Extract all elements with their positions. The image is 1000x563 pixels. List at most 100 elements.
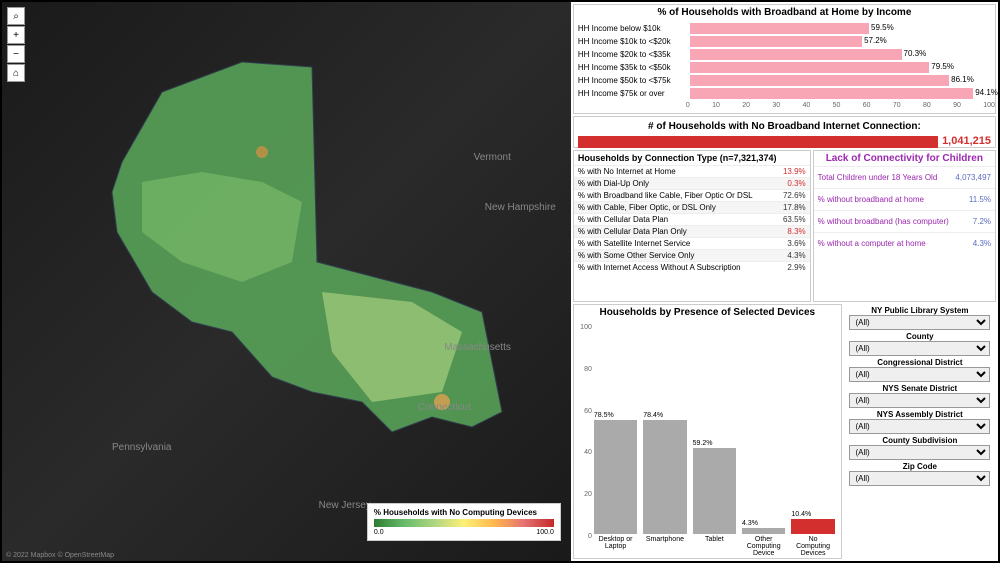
conn-label: % with Cellular Data Plan Only — [578, 227, 687, 236]
map-label-pa: Pennsylvania — [112, 442, 171, 453]
income-bar[interactable] — [690, 75, 949, 86]
filter-select[interactable]: (All) — [849, 367, 990, 382]
zoom-out-button[interactable]: − — [7, 45, 25, 63]
device-bar[interactable] — [594, 420, 637, 534]
connection-title: Households by Connection Type (n=7,321,3… — [574, 151, 810, 165]
map-attribution: © 2022 Mapbox © OpenStreetMap — [6, 552, 114, 559]
conn-label: % with No Internet at Home — [578, 167, 676, 176]
child-label: Total Children under 18 Years Old — [818, 173, 938, 182]
income-bar[interactable] — [690, 49, 902, 60]
device-label: Desktop or Laptop — [594, 536, 637, 556]
filter-select[interactable]: (All) — [849, 445, 990, 460]
income-label: HH Income $20k to <$35k — [578, 50, 688, 59]
right-panel: % of Households with Broadband at Home b… — [571, 2, 998, 561]
device-label: Tablet — [705, 536, 724, 556]
conn-label: % with Internet Access Without A Subscri… — [578, 263, 741, 272]
filter-label: Zip Code — [846, 462, 994, 471]
child-value: 4.3% — [973, 239, 991, 248]
child-label: % without a computer at home — [818, 239, 926, 248]
map-label-ct: Connecticut — [418, 402, 471, 413]
no-broadband-panel: # of Households with No Broadband Intern… — [573, 116, 996, 148]
device-label: Smartphone — [646, 536, 684, 556]
legend-max: 100.0 — [536, 529, 554, 536]
filter-label: NYS Assembly District — [846, 410, 994, 419]
child-value: 11.5% — [969, 195, 991, 204]
device-value: 78.4% — [643, 412, 686, 419]
child-value: 4,073,497 — [955, 173, 991, 182]
choropleth-map[interactable]: ⌕ + − ⌂ Vermont New Hampshire Massachuse… — [2, 2, 571, 561]
conn-label: % with Some Other Service Only — [578, 251, 694, 260]
conn-value: 13.9% — [783, 167, 806, 176]
conn-label: % with Broadband like Cable, Fiber Optic… — [578, 191, 753, 200]
conn-value: 63.5% — [783, 215, 806, 224]
home-icon[interactable]: ⌂ — [7, 64, 25, 82]
device-bar[interactable] — [693, 448, 736, 534]
device-bar[interactable] — [643, 420, 686, 534]
search-icon[interactable]: ⌕ — [7, 7, 25, 25]
filter-label: NY Public Library System — [846, 306, 994, 315]
map-panel: ⌕ + − ⌂ Vermont New Hampshire Massachuse… — [2, 2, 571, 561]
device-bar[interactable] — [791, 519, 834, 534]
devices-title: Households by Presence of Selected Devic… — [574, 305, 841, 320]
child-value: 7.2% — [973, 217, 991, 226]
income-label: HH Income below $10k — [578, 24, 688, 33]
conn-label: % with Cable, Fiber Optic, or DSL Only — [578, 203, 716, 212]
children-panel: Lack of Connectivity for Children Total … — [813, 150, 996, 302]
filter-label: NYS Senate District — [846, 384, 994, 393]
map-label-nj: New Jersey — [319, 500, 371, 511]
filter-select[interactable]: (All) — [849, 315, 990, 330]
device-label: No Computing Devices — [791, 536, 834, 556]
income-label: HH Income $35k to <$50k — [578, 63, 688, 72]
conn-value: 4.3% — [787, 251, 805, 260]
conn-label: % with Dial-Up Only — [578, 179, 649, 188]
conn-value: 0.3% — [787, 179, 805, 188]
income-label: HH Income $75k or over — [578, 89, 688, 98]
income-value: 59.5% — [871, 23, 894, 32]
filter-select[interactable]: (All) — [849, 341, 990, 356]
filter-select[interactable]: (All) — [849, 471, 990, 486]
device-value: 4.3% — [742, 520, 785, 527]
no-broadband-title: # of Households with No Broadband Intern… — [578, 119, 991, 134]
map-label-nh: New Hampshire — [485, 202, 556, 213]
income-value: 79.5% — [931, 62, 954, 71]
income-value: 70.3% — [904, 49, 927, 58]
filter-label: County — [846, 332, 994, 341]
children-title: Lack of Connectivity for Children — [814, 151, 995, 166]
income-value: 94.1% — [975, 88, 998, 97]
conn-label: % with Satellite Internet Service — [578, 239, 691, 248]
devices-chart: Households by Presence of Selected Devic… — [573, 304, 842, 559]
income-label: HH Income $50k to <$75k — [578, 76, 688, 85]
no-broadband-bar — [578, 136, 938, 148]
income-chart-title: % of Households with Broadband at Home b… — [574, 5, 995, 20]
income-value: 57.2% — [864, 36, 887, 45]
map-legend: % Households with No Computing Devices 0… — [367, 503, 561, 541]
income-bar[interactable] — [690, 23, 869, 34]
map-label-vermont: Vermont — [474, 152, 511, 163]
conn-value: 2.9% — [787, 263, 805, 272]
legend-gradient — [374, 519, 554, 527]
conn-value: 72.6% — [783, 191, 806, 200]
filter-select[interactable]: (All) — [849, 393, 990, 408]
device-value: 59.2% — [693, 440, 736, 447]
conn-value: 8.3% — [787, 227, 805, 236]
no-broadband-value: 1,041,215 — [942, 135, 991, 147]
device-value: 78.5% — [594, 412, 637, 419]
child-label: % without broadband at home — [818, 195, 924, 204]
device-bar[interactable] — [742, 528, 785, 534]
income-chart: % of Households with Broadband at Home b… — [573, 4, 996, 114]
conn-value: 3.6% — [787, 239, 805, 248]
income-bar[interactable] — [690, 36, 862, 47]
conn-label: % with Cellular Data Plan — [578, 215, 668, 224]
map-controls: ⌕ + − ⌂ — [7, 7, 25, 83]
child-label: % without broadband (has computer) — [818, 217, 949, 226]
income-bar[interactable] — [690, 88, 973, 99]
zoom-in-button[interactable]: + — [7, 26, 25, 44]
connection-type-panel: Households by Connection Type (n=7,321,3… — [573, 150, 811, 302]
legend-min: 0.0 — [374, 529, 384, 536]
income-bar[interactable] — [690, 62, 929, 73]
legend-title: % Households with No Computing Devices — [374, 508, 554, 517]
filter-select[interactable]: (All) — [849, 419, 990, 434]
device-label: Other Computing Device — [742, 536, 785, 556]
income-value: 86.1% — [951, 75, 974, 84]
map-label-ma: Massachusetts — [444, 342, 511, 353]
